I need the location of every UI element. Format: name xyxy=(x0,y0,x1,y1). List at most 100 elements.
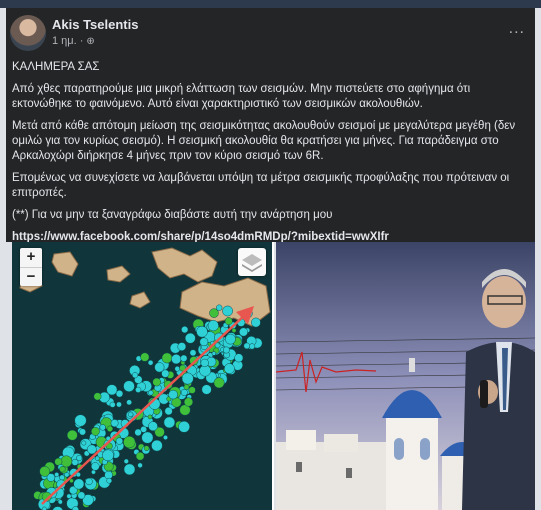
news-photo[interactable] xyxy=(276,242,535,510)
post-meta: 1 ημ. · ⊕ xyxy=(52,35,95,47)
quake-marker xyxy=(106,477,113,484)
quake-marker xyxy=(123,435,136,449)
quake-marker xyxy=(171,354,182,365)
more-options-button[interactable]: ... xyxy=(509,20,525,38)
quake-marker xyxy=(151,439,163,452)
town-houses xyxy=(276,430,386,510)
quake-marker xyxy=(200,358,209,368)
photo-canvas xyxy=(276,242,535,510)
quake-marker xyxy=(231,328,237,333)
quake-marker xyxy=(161,352,173,364)
earthquake-map[interactable]: + − xyxy=(12,242,274,510)
post-paragraph: Από χθες παρατηρούμε μια μικρή ελάττωση … xyxy=(12,83,471,110)
quake-marker xyxy=(239,327,248,337)
quake-marker xyxy=(154,362,165,373)
quake-marker xyxy=(104,470,113,480)
quake-marker xyxy=(137,462,143,468)
quake-marker xyxy=(148,421,158,432)
island xyxy=(106,265,131,283)
quake-marker xyxy=(147,414,153,420)
quake-marker xyxy=(127,411,134,418)
quake-marker xyxy=(74,414,87,427)
quake-marker xyxy=(77,491,86,500)
zoom-in-button[interactable]: + xyxy=(20,248,42,268)
map-canvas xyxy=(19,247,271,510)
post-paragraph: Μετά από κάθε απότομη μείωση της σεισμικ… xyxy=(12,120,516,162)
island xyxy=(129,291,151,309)
quake-marker xyxy=(199,337,209,347)
zoom-out-button[interactable]: − xyxy=(20,268,42,287)
quake-marker xyxy=(115,437,124,445)
quake-marker xyxy=(39,466,51,477)
quake-marker xyxy=(126,399,132,406)
quake-marker xyxy=(174,366,181,372)
quake-marker xyxy=(86,444,97,455)
quake-marker xyxy=(207,320,219,332)
quake-marker xyxy=(168,389,178,400)
quake-marker xyxy=(147,359,154,366)
quake-marker xyxy=(222,346,230,354)
quake-marker xyxy=(222,305,233,317)
post-time[interactable]: 1 ημ. xyxy=(52,35,77,47)
post-body: ΚΑΛΗΜΕΡΑ ΣΑΣ Από χθες παρατηρούμε μια μι… xyxy=(12,60,524,252)
quake-marker xyxy=(109,401,116,408)
quake-marker xyxy=(178,420,190,433)
quake-marker xyxy=(54,472,60,478)
quake-marker xyxy=(59,474,65,481)
quake-marker xyxy=(148,390,154,396)
quake-marker xyxy=(64,472,70,478)
quake-marker xyxy=(211,351,217,356)
quake-marker xyxy=(249,343,256,350)
quake-marker xyxy=(73,478,85,490)
quake-marker xyxy=(106,384,118,396)
quake-marker xyxy=(76,454,83,462)
quake-marker xyxy=(93,392,102,401)
quake-marker xyxy=(59,466,66,473)
post-images[interactable]: + − xyxy=(6,242,535,510)
quake-marker xyxy=(243,342,251,350)
quake-marker xyxy=(81,440,87,446)
quake-marker xyxy=(66,429,78,441)
quake-marker xyxy=(140,352,150,362)
quake-marker xyxy=(224,363,235,374)
quake-marker xyxy=(79,428,86,436)
quake-marker xyxy=(224,317,233,326)
quake-marker xyxy=(180,354,188,362)
quake-marker xyxy=(183,397,194,407)
quake-marker xyxy=(85,477,93,486)
quake-marker xyxy=(91,427,100,436)
quake-marker xyxy=(181,326,189,334)
island xyxy=(151,247,218,283)
quake-marker xyxy=(201,384,212,395)
quake-marker xyxy=(163,435,168,440)
quake-marker xyxy=(134,428,142,437)
quake-marker xyxy=(152,377,161,387)
quake-marker xyxy=(106,425,114,432)
avatar[interactable] xyxy=(10,15,46,51)
quake-marker xyxy=(123,463,136,476)
quake-marker xyxy=(52,506,64,510)
quake-marker xyxy=(135,451,145,461)
quake-marker xyxy=(181,372,194,385)
post-author[interactable]: Akis Tselentis xyxy=(52,17,138,32)
quake-marker xyxy=(123,380,135,392)
quake-marker xyxy=(57,499,63,505)
post-paragraph: (**) Για να μην τα ξαναγράφω διαβάστε αυ… xyxy=(12,209,333,221)
layers-icon[interactable] xyxy=(238,248,266,276)
trend-arrow-line xyxy=(41,313,247,505)
quake-marker xyxy=(110,419,119,428)
quake-marker xyxy=(99,424,106,431)
quake-marker xyxy=(189,349,197,357)
post-paragraph: ΚΑΛΗΜΕΡΑ ΣΑΣ xyxy=(12,61,100,73)
quake-marker xyxy=(234,353,244,363)
quake-marker xyxy=(102,449,114,462)
quake-marker xyxy=(163,416,176,429)
post-paragraph: Επομένως να συνεχίσετε να λαμβάνεται υπό… xyxy=(12,172,510,199)
quake-marker xyxy=(180,389,188,396)
quake-marker xyxy=(123,458,129,464)
island xyxy=(51,251,79,277)
quake-marker xyxy=(188,386,196,394)
quake-marker xyxy=(132,372,139,379)
quake-marker xyxy=(116,401,122,408)
quake-marker xyxy=(177,342,187,351)
